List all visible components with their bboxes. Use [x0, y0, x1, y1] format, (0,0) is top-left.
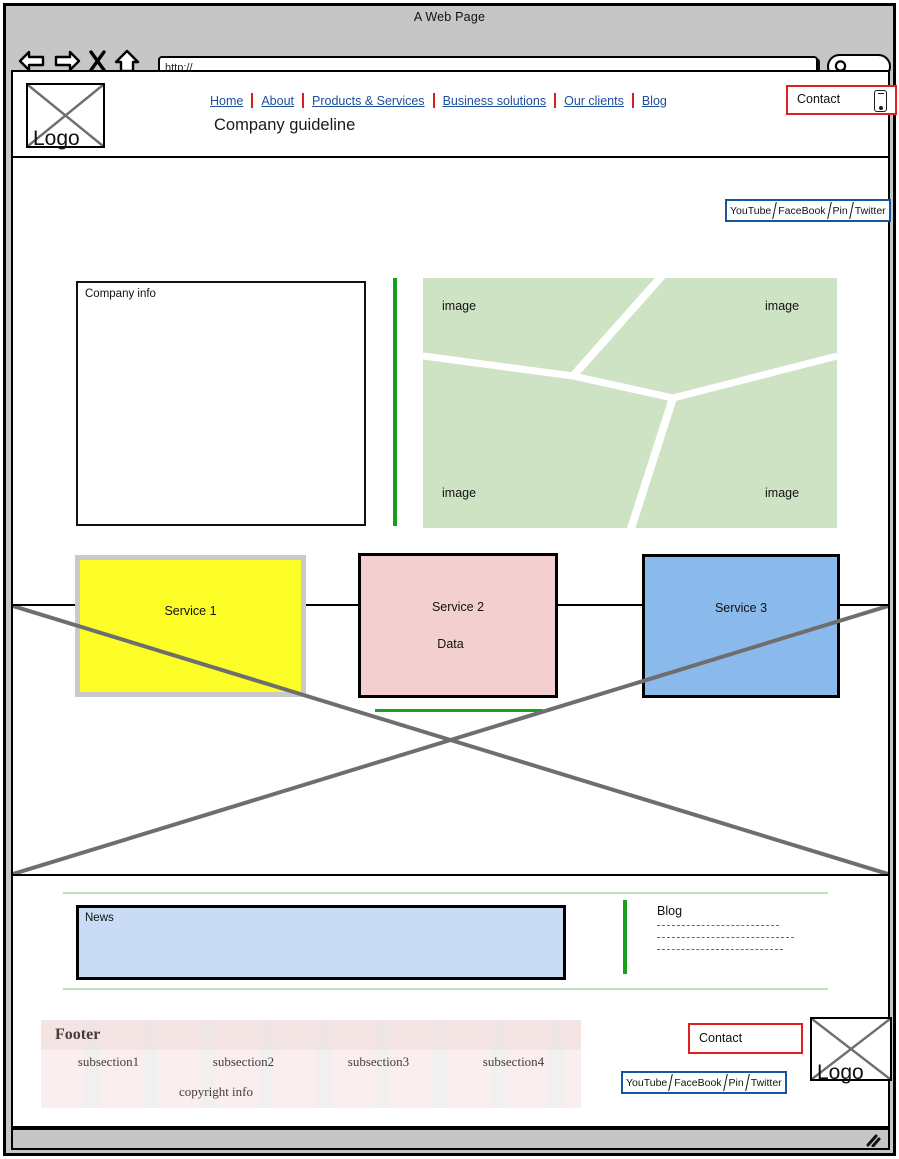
nav-item-about[interactable]: About: [261, 94, 294, 108]
footer-subsection-4[interactable]: subsection4: [446, 1054, 581, 1070]
main-navigation: Home About Products & Services Business …: [210, 93, 667, 108]
hairline-divider: [63, 988, 828, 990]
green-accent-bar: [393, 278, 397, 526]
nav-separator: [251, 93, 254, 108]
footer-social-bar: YouTube FaceBook Pin Twitter: [621, 1071, 787, 1094]
nav-item-home[interactable]: Home: [210, 94, 243, 108]
copyright-text: copyright info: [178, 1084, 253, 1099]
header-contact-button[interactable]: Contact: [786, 85, 897, 115]
nav-separator: [302, 93, 305, 108]
gallery-image-label: image: [442, 299, 477, 313]
blog-placeholder-line: [657, 937, 794, 938]
footer-subsection-1[interactable]: subsection1: [41, 1054, 176, 1070]
gallery-image-label: image: [765, 486, 800, 500]
footer-social-link-twitter[interactable]: Twitter: [748, 1077, 785, 1089]
blog-widget: Blog: [657, 904, 807, 961]
footer-social-link-pin[interactable]: Pin: [726, 1077, 747, 1089]
header-contact-label: Contact: [797, 92, 841, 106]
browser-status-bar: [11, 1128, 890, 1150]
site-header: Logo Home About Products & Services Busi…: [13, 72, 897, 222]
nav-item-business-solutions[interactable]: Business solutions: [443, 94, 547, 108]
wireframe-mockup: A Web Page http:// Logo Home About Produ…: [0, 0, 899, 1159]
main-content-section: Company info image image image image Ser…: [13, 158, 888, 712]
footer-title: Footer: [55, 1026, 101, 1043]
footer-social-link-youtube[interactable]: YouTube: [623, 1077, 670, 1089]
page-viewport: Logo Home About Products & Services Busi…: [11, 70, 897, 1128]
header-logo-label: Logo: [33, 127, 80, 150]
company-info-label: Company info: [85, 288, 156, 300]
mobile-phone-icon: [874, 90, 887, 112]
footer-contact-button[interactable]: Contact: [688, 1023, 803, 1054]
company-info-box: Company info: [76, 281, 366, 526]
nav-separator: [554, 93, 557, 108]
page-title: Company guideline: [214, 116, 356, 134]
nav-separator: [631, 93, 634, 108]
nav-item-our-clients[interactable]: Our clients: [564, 94, 624, 108]
news-label: News: [85, 912, 114, 924]
news-footer-section: News Blog Footer subsection1 subsection2: [13, 876, 892, 1126]
image-gallery-panel[interactable]: image image image image: [423, 278, 837, 528]
hairline-divider: [63, 892, 828, 894]
blog-label: Blog: [657, 904, 683, 918]
data-section: Data: [13, 606, 888, 876]
header-logo[interactable]: Logo: [26, 83, 105, 150]
blog-placeholder-line: [657, 949, 783, 950]
nav-item-blog[interactable]: Blog: [642, 94, 667, 108]
gallery-image-label: image: [442, 486, 477, 500]
gallery-image-label: image: [765, 299, 800, 313]
browser-toolbar: [6, 28, 893, 79]
footer-logo[interactable]: Logo: [810, 1017, 892, 1084]
blog-green-accent-bar: [623, 900, 627, 974]
footer-title-band: [41, 1020, 581, 1050]
data-section-label: Data: [437, 637, 464, 651]
footer-subsection-2[interactable]: subsection2: [176, 1054, 311, 1070]
footer-copyright-row: copyright info: [41, 1084, 581, 1100]
nav-item-products-services[interactable]: Products & Services: [312, 94, 425, 108]
nav-separator: [432, 93, 435, 108]
footer-logo-label: Logo: [817, 1061, 864, 1084]
browser-window: A Web Page http:// Logo Home About Produ…: [3, 3, 897, 1156]
site-footer: Footer subsection1 subsection2 subsectio…: [41, 1020, 581, 1108]
footer-social-link-facebook[interactable]: FaceBook: [671, 1077, 724, 1089]
footer-subsections: subsection1 subsection2 subsection3 subs…: [41, 1054, 581, 1070]
window-title: A Web Page: [413, 10, 486, 24]
news-box[interactable]: News: [76, 905, 566, 980]
footer-contact-label: Contact: [699, 1031, 743, 1045]
blog-placeholder-line: [657, 925, 779, 926]
resize-grip-icon[interactable]: [865, 1134, 881, 1152]
footer-subsection-3[interactable]: subsection3: [311, 1054, 446, 1070]
